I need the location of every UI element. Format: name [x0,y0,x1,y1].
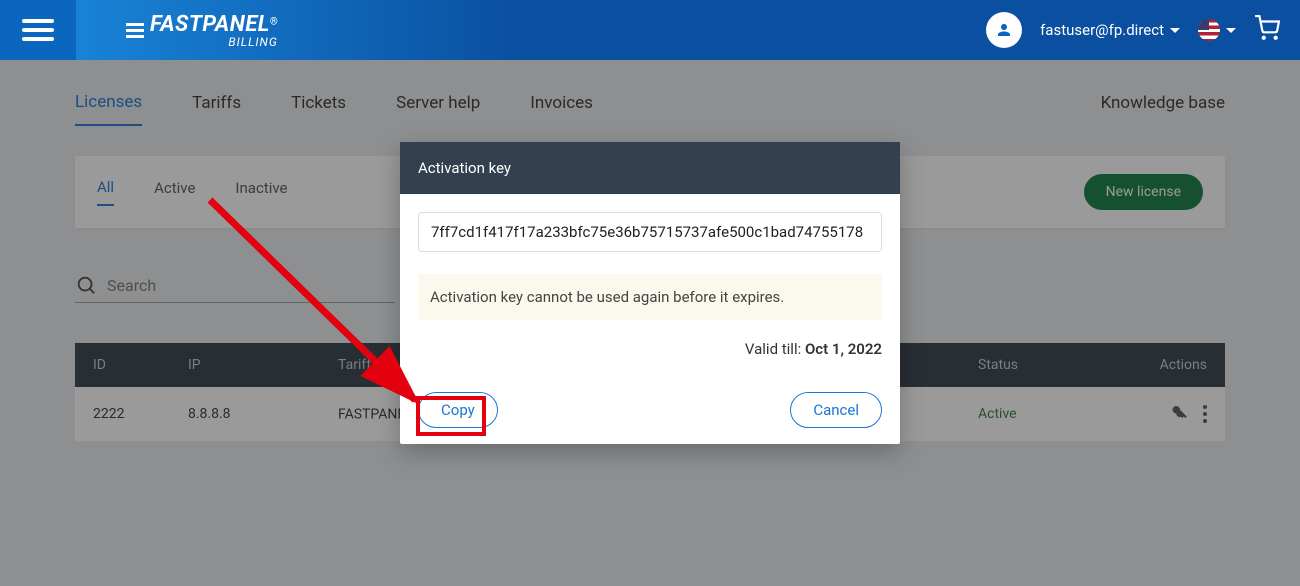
hamburger-icon [22,19,54,41]
modal-header: Activation key [400,142,900,194]
logo[interactable]: FASTPANEL® BILLING [126,12,278,49]
logo-subtitle: BILLING [150,35,278,49]
activation-key-modal: Activation key Activation key cannot be … [400,142,900,444]
close-button[interactable] [866,158,882,178]
cart-button[interactable] [1254,15,1280,45]
cancel-button[interactable]: Cancel [790,392,882,428]
activation-key-input[interactable] [418,212,882,252]
user-menu[interactable]: fastuser@fp.direct [1040,21,1180,39]
us-flag-icon [1198,19,1220,41]
copy-button[interactable]: Copy [418,392,498,428]
user-icon [995,21,1013,39]
modal-title: Activation key [418,159,511,177]
close-icon [866,158,882,174]
cart-icon [1254,15,1280,41]
user-email-text: fastuser@fp.direct [1040,21,1164,39]
chevron-down-icon [1226,28,1236,33]
logo-text: FASTPANEL [150,12,270,37]
topbar: FASTPANEL® BILLING fastuser@fp.direct [0,0,1300,60]
logo-icon [126,23,144,38]
avatar[interactable] [986,12,1022,48]
valid-till: Valid till: Oct 1, 2022 [418,340,882,358]
menu-button[interactable] [0,0,76,60]
language-menu[interactable] [1198,19,1236,41]
chevron-down-icon [1170,28,1180,33]
warning-message: Activation key cannot be used again befo… [418,274,882,320]
